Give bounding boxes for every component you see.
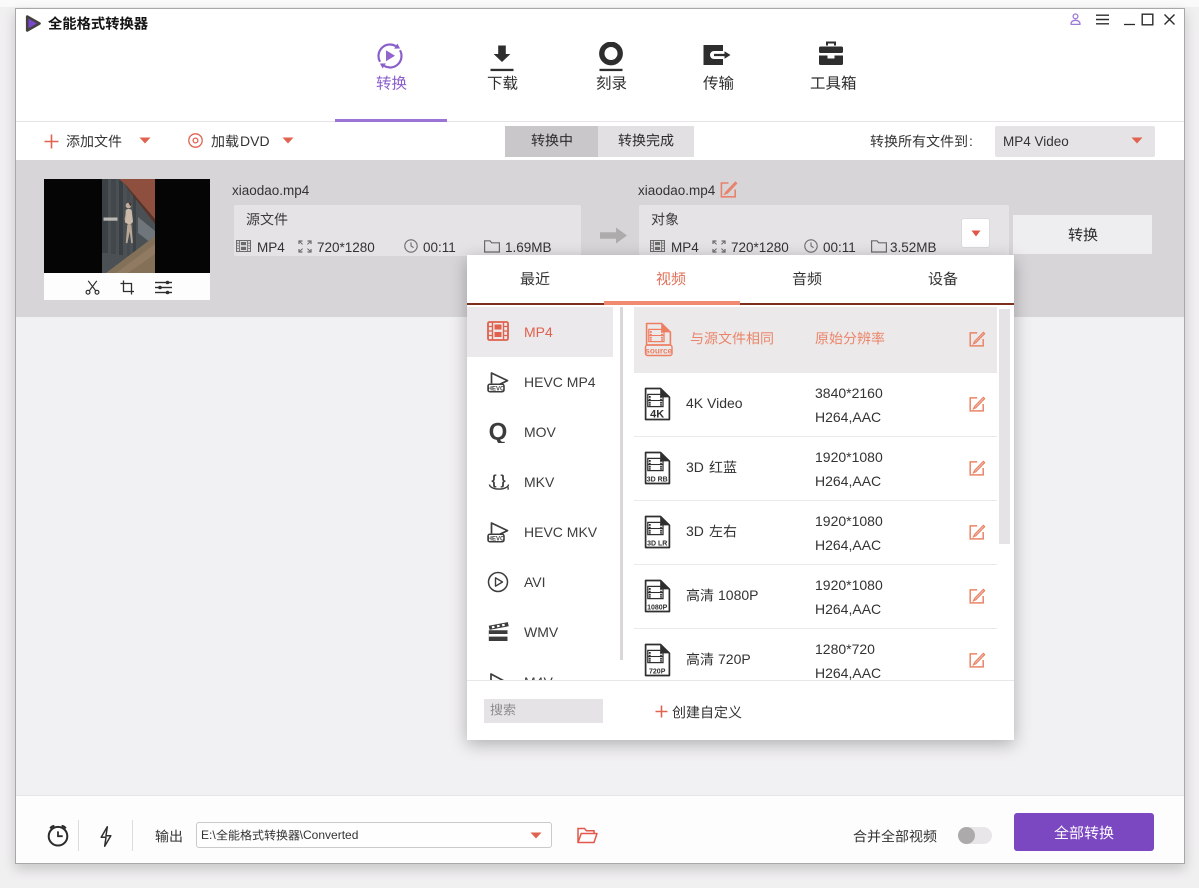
svg-text:4K: 4K	[650, 408, 664, 420]
svg-text:3D RB: 3D RB	[647, 476, 668, 483]
svg-text:3D LR: 3D LR	[647, 540, 667, 547]
svg-text:{ }: { }	[491, 472, 506, 487]
svg-text:HEVC: HEVC	[488, 536, 505, 542]
svg-text:720P: 720P	[649, 668, 666, 675]
svg-text:1080P: 1080P	[647, 604, 668, 611]
svg-text:Q: Q	[489, 421, 508, 443]
svg-text:source: source	[645, 346, 672, 355]
svg-text:HEVC: HEVC	[488, 386, 505, 392]
